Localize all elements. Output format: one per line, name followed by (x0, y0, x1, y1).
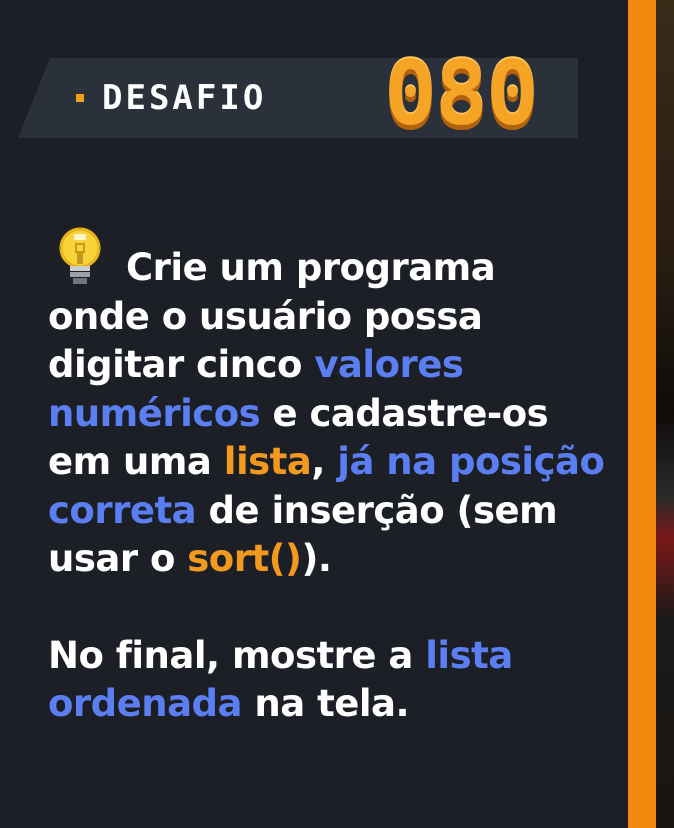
challenge-number: 080 (384, 42, 539, 145)
text-segment: na tela. (242, 682, 410, 725)
video-frame-edge (628, 0, 674, 828)
text-segment: ). (301, 537, 332, 580)
highlight-orange: lista (223, 440, 312, 483)
challenge-label: DESAFIO (102, 78, 267, 118)
text-segment: No final, mostre a (48, 633, 426, 677)
challenge-description: Crie um programa onde o usuário possa di… (48, 244, 608, 729)
video-preview (656, 0, 674, 828)
bullet-dot (76, 94, 84, 102)
text-segment: , (311, 440, 338, 483)
highlight-orange: sort() (187, 537, 302, 580)
orange-border (628, 0, 656, 828)
challenge-panel: DESAFIO 080 Crie um programa onde o usuá… (0, 0, 628, 828)
